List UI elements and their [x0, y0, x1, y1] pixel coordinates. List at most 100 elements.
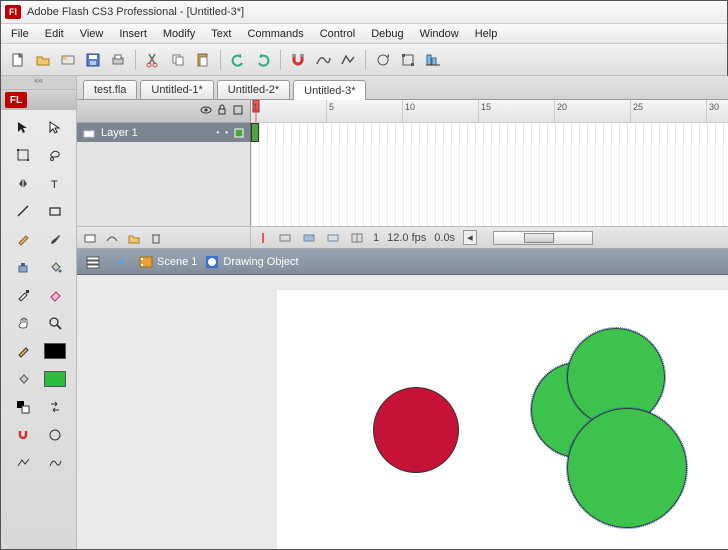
window-title: Adobe Flash CS3 Professional - [Untitled… [27, 6, 244, 18]
fill-color-tool[interactable] [11, 368, 35, 390]
timeline-scrollbar[interactable] [493, 231, 593, 245]
swap-colors-button[interactable] [43, 396, 67, 418]
menu-commands[interactable]: Commands [239, 26, 311, 42]
redo-button[interactable] [252, 49, 274, 71]
eye-icon[interactable] [200, 104, 212, 119]
separator [220, 50, 221, 70]
red-circle[interactable] [373, 387, 459, 473]
menu-window[interactable]: Window [412, 26, 467, 42]
align-button[interactable] [422, 49, 444, 71]
menu-file[interactable]: File [3, 26, 37, 42]
onion-skin-button[interactable] [301, 230, 317, 246]
timeline-layer-row[interactable]: Layer 1 • • [77, 122, 251, 142]
outline-icon[interactable] [232, 104, 244, 119]
scene-label: Scene 1 [157, 256, 197, 268]
timeline-toggle-button[interactable] [83, 252, 103, 272]
pen-tool[interactable] [11, 172, 35, 194]
menu-help[interactable]: Help [467, 26, 506, 42]
rectangle-tool[interactable] [43, 200, 67, 222]
cut-button[interactable] [142, 49, 164, 71]
open-file-button[interactable] [32, 49, 54, 71]
selection-tool[interactable] [11, 116, 35, 138]
print-button[interactable] [107, 49, 129, 71]
smooth-option[interactable] [43, 452, 67, 474]
black-white-button[interactable] [11, 396, 35, 418]
object-drawing-button[interactable] [43, 424, 67, 446]
menu-debug[interactable]: Debug [363, 26, 411, 42]
ruler-tick: 5 [329, 102, 334, 112]
new-layer-button[interactable] [81, 229, 99, 247]
hand-tool[interactable] [11, 312, 35, 334]
time-display: 0.0s [434, 232, 455, 244]
paint-bucket-tool[interactable] [43, 256, 67, 278]
new-motion-guide-button[interactable] [103, 229, 121, 247]
document-tabs: test.fla Untitled-1* Untitled-2* Untitle… [77, 76, 728, 100]
save-button[interactable] [82, 49, 104, 71]
collapse-tools-button[interactable]: «« [1, 76, 76, 90]
new-file-button[interactable] [7, 49, 29, 71]
menu-control[interactable]: Control [312, 26, 363, 42]
back-button[interactable] [111, 252, 131, 272]
menu-edit[interactable]: Edit [37, 26, 72, 42]
doc-tab-untitled3[interactable]: Untitled-3* [293, 80, 366, 100]
zoom-tool[interactable] [43, 312, 67, 334]
timeline-frames[interactable] [251, 122, 728, 142]
menu-modify[interactable]: Modify [155, 26, 203, 42]
lasso-tool[interactable] [43, 144, 67, 166]
timeline-panel: 1 5 10 15 20 25 30 35 40 45 50 Layer 1 [77, 100, 728, 249]
delete-layer-button[interactable] [147, 229, 165, 247]
edit-multiple-button[interactable] [349, 230, 365, 246]
keyframe[interactable] [251, 123, 259, 142]
eraser-tool[interactable] [43, 284, 67, 306]
timeline-status-bar: 1 12.0 fps 0.0s ◂ [77, 226, 728, 248]
ruler-tick: 30 [709, 102, 719, 112]
stroke-swatch[interactable] [43, 340, 67, 362]
scroll-left-button[interactable]: ◂ [463, 230, 477, 245]
stage[interactable] [277, 275, 728, 549]
copy-button[interactable] [167, 49, 189, 71]
separator [365, 50, 366, 70]
app-icon: Fl [5, 5, 21, 19]
stroke-color-tool[interactable] [11, 340, 35, 362]
brush-tool[interactable] [43, 228, 67, 250]
paste-button[interactable] [192, 49, 214, 71]
object-label: Drawing Object [223, 256, 298, 268]
smooth-button[interactable] [312, 49, 334, 71]
browse-button[interactable] [57, 49, 79, 71]
menu-insert[interactable]: Insert [111, 26, 155, 42]
ruler-tick: 25 [633, 102, 643, 112]
straighten-option[interactable] [11, 452, 35, 474]
snap-magnet-button[interactable] [287, 49, 309, 71]
free-transform-tool[interactable] [11, 144, 35, 166]
undo-button[interactable] [227, 49, 249, 71]
object-crumb[interactable]: Drawing Object [205, 255, 298, 269]
ruler-tick: 10 [405, 102, 415, 112]
ink-bottle-tool[interactable] [11, 256, 35, 278]
lock-icon[interactable] [216, 104, 228, 119]
onion-outlines-button[interactable] [325, 230, 341, 246]
pencil-tool[interactable] [11, 228, 35, 250]
menu-view[interactable]: View [72, 26, 112, 42]
title-bar: Fl Adobe Flash CS3 Professional - [Untit… [1, 1, 727, 24]
center-frame-button[interactable] [277, 230, 293, 246]
doc-tab-test[interactable]: test.fla [83, 80, 137, 99]
svg-text:T: T [51, 179, 58, 190]
straighten-button[interactable] [337, 49, 359, 71]
green-circle-right[interactable] [567, 408, 687, 528]
rotate-button[interactable] [372, 49, 394, 71]
scene-crumb[interactable]: Scene 1 [139, 255, 197, 269]
doc-tab-untitled2[interactable]: Untitled-2* [217, 80, 290, 99]
scale-button[interactable] [397, 49, 419, 71]
timeline-ruler[interactable]: 1 5 10 15 20 25 30 35 40 45 50 [251, 100, 728, 122]
layer-icon [83, 127, 95, 139]
menu-text[interactable]: Text [203, 26, 239, 42]
doc-tab-untitled1[interactable]: Untitled-1* [140, 80, 213, 99]
new-folder-button[interactable] [125, 229, 143, 247]
subselection-tool[interactable] [43, 116, 67, 138]
text-tool[interactable]: T [43, 172, 67, 194]
snap-button[interactable] [11, 424, 35, 446]
eyedropper-tool[interactable] [11, 284, 35, 306]
line-tool[interactable] [11, 200, 35, 222]
fill-swatch[interactable] [43, 368, 67, 390]
main-toolbar [1, 44, 727, 76]
